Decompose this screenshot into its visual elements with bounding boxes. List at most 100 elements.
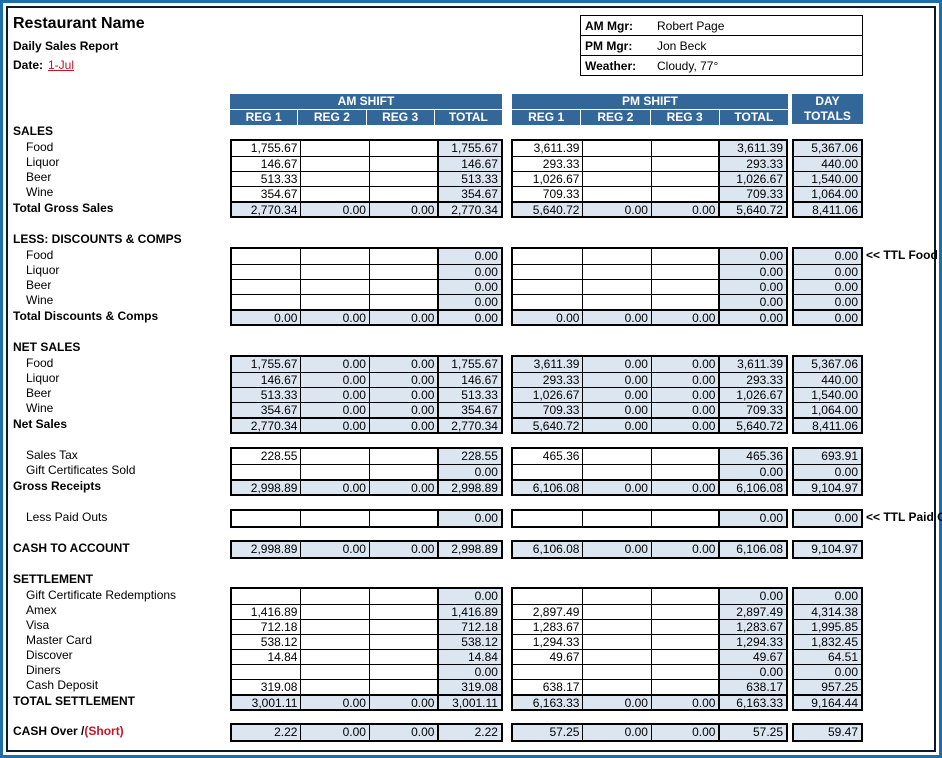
sales-day-cell[interactable]: 440.00 xyxy=(794,157,861,171)
sales-am-cell[interactable] xyxy=(368,141,437,156)
sales-pm-cell[interactable] xyxy=(650,157,719,171)
sales-am-cell[interactable]: 0.00 xyxy=(300,203,369,216)
settlement-pm-cell[interactable]: 6,163.33 xyxy=(718,696,786,709)
cash_over-am-cell[interactable]: 0.00 xyxy=(300,725,369,740)
net_sales-am-cell[interactable]: 0.00 xyxy=(300,403,369,417)
settlement-pm-cell[interactable] xyxy=(650,665,719,679)
sales-day-cell[interactable]: 5,367.06 xyxy=(794,141,861,156)
settlement-day-cell[interactable]: 0.00 xyxy=(794,589,861,604)
discounts-pm-cell[interactable] xyxy=(513,265,582,279)
settlement-am-cell[interactable]: 3,001.11 xyxy=(437,696,501,709)
settlement-am-cell[interactable] xyxy=(232,589,300,604)
sales-am-cell[interactable] xyxy=(300,141,368,156)
net_sales-pm-cell[interactable]: 0.00 xyxy=(650,388,719,402)
net_sales-am-cell[interactable]: 0.00 xyxy=(300,388,369,402)
discounts-pm-cell[interactable] xyxy=(513,295,582,309)
sales-pm-cell[interactable] xyxy=(650,141,719,156)
net_sales-pm-cell[interactable]: 293.33 xyxy=(513,373,583,387)
settlement-pm-cell[interactable] xyxy=(650,635,719,649)
receipts-day-cell[interactable]: 0.00 xyxy=(794,465,861,479)
paid_outs-pm-cell[interactable]: 0.00 xyxy=(718,511,786,526)
receipts-am-cell[interactable] xyxy=(368,465,437,479)
discounts-pm-cell[interactable]: 0.00 xyxy=(718,295,786,309)
cash_over-pm-cell[interactable]: 57.25 xyxy=(718,725,786,740)
net_sales-am-cell[interactable]: 0.00 xyxy=(368,357,438,372)
discounts-pm-cell[interactable] xyxy=(513,249,582,264)
net_sales-am-cell[interactable]: 1,755.67 xyxy=(437,357,501,372)
net_sales-am-cell[interactable]: 146.67 xyxy=(437,373,501,387)
settlement-am-cell[interactable] xyxy=(368,620,437,634)
net_sales-am-cell[interactable]: 0.00 xyxy=(300,357,369,372)
sales-pm-cell[interactable] xyxy=(582,141,651,156)
discounts-day-cell[interactable]: 0.00 xyxy=(794,249,861,264)
paid_outs-am-cell[interactable] xyxy=(232,511,300,526)
receipts-day-cell[interactable]: 693.91 xyxy=(794,449,861,464)
settlement-pm-cell[interactable] xyxy=(513,589,582,604)
settlement-pm-cell[interactable]: 1,294.33 xyxy=(513,635,582,649)
sales-pm-cell[interactable]: 3,611.39 xyxy=(513,141,582,156)
sales-am-cell[interactable]: 2,770.34 xyxy=(232,203,301,216)
receipts-pm-cell[interactable] xyxy=(582,465,651,479)
sales-am-cell[interactable]: 513.33 xyxy=(437,172,501,186)
settlement-am-cell[interactable] xyxy=(300,650,368,664)
settlement-am-cell[interactable] xyxy=(368,680,437,694)
discounts-am-cell[interactable] xyxy=(232,280,300,294)
receipts-pm-cell[interactable]: 6,106.08 xyxy=(718,481,786,494)
cash_over-day-cell[interactable]: 59.47 xyxy=(794,725,861,740)
settlement-am-cell[interactable]: 319.08 xyxy=(232,680,300,694)
settlement-pm-cell[interactable]: 1,283.67 xyxy=(513,620,582,634)
net_sales-day-cell[interactable]: 5,367.06 xyxy=(794,357,861,372)
settlement-am-cell[interactable]: 14.84 xyxy=(437,650,501,664)
sales-pm-cell[interactable]: 293.33 xyxy=(718,157,786,171)
settlement-pm-cell[interactable]: 49.67 xyxy=(718,650,786,664)
paid_outs-pm-cell[interactable] xyxy=(650,511,719,526)
sales-pm-cell[interactable]: 709.33 xyxy=(513,187,582,201)
receipts-pm-cell[interactable] xyxy=(513,465,582,479)
sales-day-cell[interactable]: 8,411.06 xyxy=(794,203,861,216)
discounts-am-cell[interactable] xyxy=(368,280,437,294)
discounts-pm-cell[interactable] xyxy=(582,295,651,309)
cash_over-am-cell[interactable]: 2.22 xyxy=(232,725,301,740)
paid_outs-am-cell[interactable] xyxy=(300,511,368,526)
settlement-am-cell[interactable] xyxy=(368,605,437,619)
discounts-am-cell[interactable]: 0.00 xyxy=(437,249,501,264)
discounts-pm-cell[interactable]: 0.00 xyxy=(513,311,583,324)
sales-pm-cell[interactable]: 1,026.67 xyxy=(513,172,582,186)
net_sales-pm-cell[interactable]: 0.00 xyxy=(582,403,651,417)
sales-am-cell[interactable] xyxy=(300,157,368,171)
receipts-pm-cell[interactable] xyxy=(650,465,719,479)
discounts-pm-cell[interactable] xyxy=(513,280,582,294)
receipts-am-cell[interactable]: 0.00 xyxy=(368,481,438,494)
settlement-pm-cell[interactable] xyxy=(582,605,651,619)
sales-pm-cell[interactable] xyxy=(582,187,651,201)
cash_to_account-am-cell[interactable]: 0.00 xyxy=(368,542,438,557)
settlement-am-cell[interactable]: 0.00 xyxy=(300,696,369,709)
discounts-pm-cell[interactable]: 0.00 xyxy=(718,311,786,324)
discounts-pm-cell[interactable] xyxy=(582,265,651,279)
sales-am-cell[interactable]: 354.67 xyxy=(437,187,501,201)
settlement-am-cell[interactable]: 319.08 xyxy=(437,680,501,694)
sales-pm-cell[interactable]: 0.00 xyxy=(650,203,719,216)
settlement-pm-cell[interactable]: 638.17 xyxy=(718,680,786,694)
settlement-pm-cell[interactable]: 0.00 xyxy=(650,696,719,709)
net_sales-am-cell[interactable]: 354.67 xyxy=(437,403,501,417)
settlement-pm-cell[interactable]: 1,294.33 xyxy=(718,635,786,649)
discounts-pm-cell[interactable] xyxy=(582,249,651,264)
net_sales-day-cell[interactable]: 1,540.00 xyxy=(794,388,861,402)
settlement-pm-cell[interactable] xyxy=(650,650,719,664)
receipts-am-cell[interactable] xyxy=(300,465,368,479)
sales-am-cell[interactable]: 146.67 xyxy=(232,157,300,171)
net_sales-pm-cell[interactable]: 0.00 xyxy=(582,373,651,387)
net_sales-pm-cell[interactable]: 3,611.39 xyxy=(718,357,786,372)
settlement-pm-cell[interactable]: 0.00 xyxy=(718,589,786,604)
settlement-am-cell[interactable] xyxy=(368,589,437,604)
settlement-pm-cell[interactable]: 1,283.67 xyxy=(718,620,786,634)
net_sales-pm-cell[interactable]: 1,026.67 xyxy=(513,388,583,402)
settlement-pm-cell[interactable] xyxy=(650,605,719,619)
sales-am-cell[interactable]: 2,770.34 xyxy=(437,203,501,216)
cash_over-am-cell[interactable]: 2.22 xyxy=(437,725,501,740)
discounts-am-cell[interactable] xyxy=(300,280,368,294)
receipts-pm-cell[interactable] xyxy=(582,449,651,464)
cash_to_account-pm-cell[interactable]: 6,106.08 xyxy=(513,542,583,557)
settlement-pm-cell[interactable] xyxy=(513,665,582,679)
